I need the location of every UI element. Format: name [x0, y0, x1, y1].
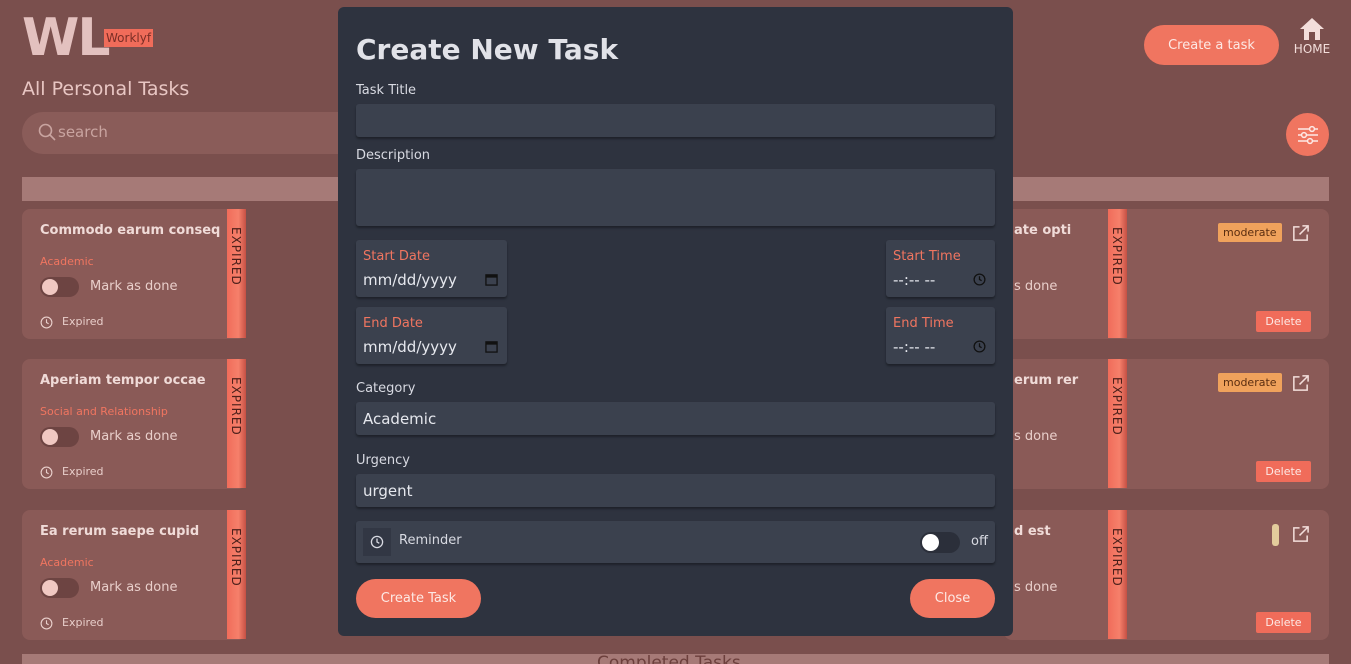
end-date-field[interactable]: End Date mm/dd/yyyy [356, 307, 507, 364]
urgency-select[interactable]: urgent [356, 474, 995, 507]
clock-icon [40, 617, 53, 630]
mark-done-label: Mark as done [90, 279, 178, 294]
task-status: Expired [62, 465, 104, 478]
expired-bar-label: EXPIRED [1110, 528, 1124, 587]
create-task-modal: Create New Task Task Title Description S… [338, 7, 1013, 636]
search-icon [38, 123, 56, 141]
start-time-label: Start Time [893, 249, 961, 264]
expired-bar: EXPIRED [1108, 510, 1127, 639]
close-button[interactable]: Close [910, 579, 995, 618]
task-title: Ea rerum saepe cupid [40, 524, 200, 539]
expired-bar-label: EXPIRED [1110, 227, 1124, 286]
task-category: Academic [40, 556, 94, 569]
clock-icon [40, 466, 53, 479]
category-select[interactable]: Academic [356, 402, 995, 435]
expired-bar: EXPIRED [227, 510, 246, 639]
logo-text: WL [22, 8, 110, 68]
expired-bar-label: EXPIRED [1110, 377, 1124, 436]
urgency-badge: moderate [1218, 223, 1282, 242]
clock-icon[interactable] [973, 273, 986, 286]
create-task-button[interactable]: Create a task [1144, 25, 1279, 65]
end-time-field[interactable]: End Time --:-- -- [886, 307, 995, 364]
expired-bar-label: EXPIRED [229, 528, 243, 587]
search-bar[interactable]: search [22, 112, 362, 154]
task-card: ate opti s done moderate Delete [1004, 209, 1329, 339]
calendar-icon[interactable] [485, 340, 498, 353]
mark-done-label: Mark as done [90, 429, 178, 444]
task-title: erum rer [1014, 373, 1079, 388]
delete-button[interactable]: Delete [1256, 612, 1311, 633]
completed-tasks-header: Completed Tasks [22, 653, 1329, 664]
mark-done-toggle[interactable] [40, 427, 79, 447]
reminder-toggle[interactable] [920, 532, 960, 553]
mark-done-label: s done [1014, 580, 1058, 595]
mark-done-label: Mark as done [90, 580, 178, 595]
clock-icon [40, 316, 53, 329]
start-time-input[interactable]: --:-- -- [893, 271, 935, 289]
clock-icon [370, 535, 384, 549]
urgency-label: Urgency [356, 453, 410, 468]
task-status: Expired [62, 616, 104, 629]
category-label: Category [356, 381, 416, 396]
task-card: d est s done Delete [1004, 510, 1329, 640]
end-date-label: End Date [363, 316, 423, 331]
expired-bar: EXPIRED [227, 359, 246, 488]
task-card: Commodo earum conseq Academic Mark as do… [22, 209, 246, 339]
clock-icon[interactable] [973, 340, 986, 353]
start-date-field[interactable]: Start Date mm/dd/yyyy [356, 240, 507, 297]
end-time-input[interactable]: --:-- -- [893, 338, 935, 356]
task-title: Aperiam tempor occae [40, 373, 206, 388]
logo-badge: Worklyf [104, 29, 154, 47]
task-title: ate opti [1014, 223, 1072, 238]
completed-tasks-label: Completed Tasks [597, 653, 741, 664]
end-date-input[interactable]: mm/dd/yyyy [363, 338, 457, 356]
task-category: Academic [40, 255, 94, 268]
filter-button[interactable] [1286, 113, 1329, 156]
urgency-badge: moderate [1218, 373, 1282, 392]
task-title: Commodo earum conseq [40, 223, 221, 238]
reminder-state: off [971, 534, 988, 549]
start-date-label: Start Date [363, 249, 430, 264]
start-date-input[interactable]: mm/dd/yyyy [363, 271, 457, 289]
mark-done-toggle[interactable] [40, 277, 79, 297]
task-title-label: Task Title [356, 83, 417, 98]
external-link-icon[interactable] [1291, 224, 1310, 243]
modal-title: Create New Task [356, 33, 619, 66]
mark-done-toggle[interactable] [40, 578, 79, 598]
mark-done-label: s done [1014, 429, 1058, 444]
task-card: Ea rerum saepe cupid Academic Mark as do… [22, 510, 246, 640]
reminder-icon-box [363, 528, 391, 556]
expired-bar: EXPIRED [1108, 209, 1127, 338]
task-category: Social and Relationship [40, 405, 168, 418]
external-link-icon[interactable] [1291, 525, 1310, 544]
reminder-label: Reminder [399, 533, 462, 548]
start-time-field[interactable]: Start Time --:-- -- [886, 240, 995, 297]
task-card: Aperiam tempor occae Social and Relation… [22, 359, 246, 489]
expired-bar-label: EXPIRED [229, 227, 243, 286]
task-card: erum rer s done moderate Delete [1004, 359, 1329, 489]
home-link[interactable]: HOME [1292, 16, 1332, 56]
expired-bar: EXPIRED [227, 209, 246, 338]
mark-done-label: s done [1014, 279, 1058, 294]
page-title: All Personal Tasks [22, 78, 190, 100]
expired-bar: EXPIRED [1108, 359, 1127, 488]
calendar-icon[interactable] [485, 273, 498, 286]
description-label: Description [356, 148, 431, 163]
delete-button[interactable]: Delete [1256, 311, 1311, 332]
home-label: HOME [1293, 42, 1331, 56]
task-status: Expired [62, 315, 104, 328]
expired-bar-label: EXPIRED [229, 377, 243, 436]
reminder-row: Reminder off [356, 521, 995, 563]
create-task-submit-button[interactable]: Create Task [356, 579, 481, 618]
delete-button[interactable]: Delete [1256, 461, 1311, 482]
home-icon [1300, 18, 1324, 40]
task-title-input[interactable] [356, 104, 995, 137]
description-textarea[interactable] [356, 169, 995, 226]
filter-icon [1297, 125, 1318, 144]
urgency-badge [1272, 524, 1279, 546]
task-title: d est [1014, 524, 1051, 539]
external-link-icon[interactable] [1291, 374, 1310, 393]
search-input[interactable]: search [58, 123, 108, 141]
end-time-label: End Time [893, 316, 954, 331]
